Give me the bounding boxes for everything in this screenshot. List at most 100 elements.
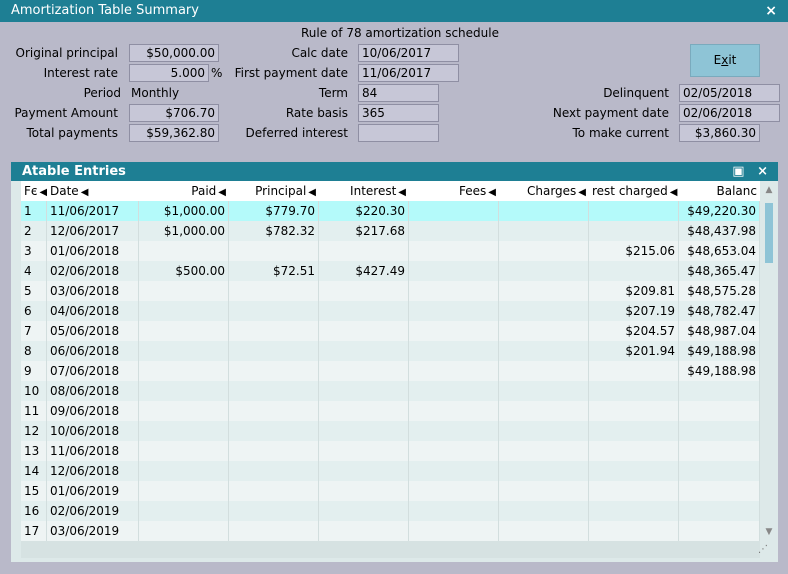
table-row[interactable]: 10 08/06/2018 <box>21 381 760 401</box>
cell-balance <box>679 521 760 541</box>
table-row[interactable]: 16 02/06/2019 <box>21 501 760 521</box>
column-header-date[interactable]: Date ◀ <box>47 181 139 201</box>
cell-date: 09/06/2018 <box>47 401 139 421</box>
sort-arrow-icon[interactable]: ◀ <box>308 187 316 198</box>
table-row[interactable]: 2 12/06/2017 $1,000.00 $782.32 $217.68 $48,43… <box>21 221 760 241</box>
sort-arrow-icon[interactable]: ◀ <box>578 187 586 198</box>
table-row[interactable]: 13 11/06/2018 <box>21 441 760 461</box>
sort-arrow-icon[interactable]: ◀ <box>81 187 89 198</box>
column-header-label: Fees <box>459 184 487 198</box>
cell-principal <box>229 481 319 501</box>
column-header-balance[interactable]: Balanc <box>679 181 760 201</box>
maximize-icon[interactable]: ▣ <box>732 164 744 179</box>
cell-fees <box>409 481 499 501</box>
term-field[interactable]: 84 <box>358 84 439 102</box>
sort-arrow-icon[interactable]: ◀ <box>488 187 496 198</box>
cell-charges <box>499 441 589 461</box>
scroll-down-icon[interactable]: ▼ <box>762 525 776 539</box>
table-row[interactable]: 11 09/06/2018 <box>21 401 760 421</box>
cell-interest <box>319 281 409 301</box>
column-header-principal[interactable]: Principal ◀ <box>229 181 319 201</box>
cell-fees <box>409 241 499 261</box>
column-header-label: Paid <box>191 184 217 198</box>
total-payments-field[interactable]: $59,362.80 <box>129 124 219 142</box>
cell-row-number: 4 <box>21 261 47 281</box>
column-header-charges[interactable]: Charges ◀ <box>499 181 589 201</box>
cell-interest-charged: $204.57 <box>589 321 679 341</box>
table-row[interactable]: 6 04/06/2018 $207.19 $48,782.47 <box>21 301 760 321</box>
sort-arrow-icon[interactable]: ◀ <box>40 187 48 198</box>
resize-grip-icon[interactable]: ⋰ <box>756 544 768 556</box>
first-payment-date-field[interactable]: 11/06/2017 <box>358 64 459 82</box>
cell-paid <box>139 521 229 541</box>
table-row[interactable]: 12 10/06/2018 <box>21 421 760 441</box>
cell-paid <box>139 481 229 501</box>
cell-interest <box>319 501 409 521</box>
cell-row-number: 2 <box>21 221 47 241</box>
cell-fees <box>409 441 499 461</box>
cell-paid <box>139 321 229 341</box>
cell-paid <box>139 341 229 361</box>
exit-button[interactable]: Exit <box>690 44 760 77</box>
table-row[interactable]: 4 02/06/2018 $500.00 $72.51 $427.49 $48,365.4… <box>21 261 760 281</box>
column-header-interest-charged[interactable]: rest charged ◀ <box>589 181 679 201</box>
column-header-paid[interactable]: Paid ◀ <box>139 181 229 201</box>
cell-date: 03/06/2019 <box>47 521 139 541</box>
table-row[interactable]: 1 11/06/2017 $1,000.00 $779.70 $220.30 $49,22… <box>21 201 760 221</box>
entries-panel-title: Atable Entries <box>22 164 126 179</box>
table-row[interactable]: 9 07/06/2018 $49,188.98 <box>21 361 760 381</box>
table-row[interactable]: 8 06/06/2018 $201.94 $49,188.98 <box>21 341 760 361</box>
sort-arrow-icon[interactable]: ◀ <box>218 187 226 198</box>
cell-date: 08/06/2018 <box>47 381 139 401</box>
scroll-up-icon[interactable]: ▲ <box>762 183 776 197</box>
cell-balance: $48,437.98 <box>679 221 760 241</box>
cell-principal <box>229 401 319 421</box>
column-header-row-number[interactable]: Ϝє ◀ <box>21 181 47 201</box>
scroll-thumb[interactable] <box>765 203 773 263</box>
cell-interest-charged <box>589 221 679 241</box>
cell-fees <box>409 201 499 221</box>
cell-row-number: 11 <box>21 401 47 421</box>
interest-rate-label: Interest rate <box>43 66 118 80</box>
cell-row-number: 12 <box>21 421 47 441</box>
cell-charges <box>499 221 589 241</box>
cell-principal <box>229 321 319 341</box>
sort-arrow-icon[interactable]: ◀ <box>398 187 406 198</box>
table-row[interactable]: 14 12/06/2018 <box>21 461 760 481</box>
cell-interest: $220.30 <box>319 201 409 221</box>
cell-paid <box>139 501 229 521</box>
cell-balance <box>679 481 760 501</box>
cell-charges <box>499 521 589 541</box>
table-row[interactable]: 5 03/06/2018 $209.81 $48,575.28 <box>21 281 760 301</box>
payment-amount-field[interactable]: $706.70 <box>129 104 219 122</box>
sort-arrow-icon[interactable]: ◀ <box>670 187 678 198</box>
vertical-scrollbar[interactable]: ▲ ▼ <box>762 181 776 541</box>
column-header-interest[interactable]: Interest ◀ <box>319 181 409 201</box>
cell-interest <box>319 521 409 541</box>
cell-balance: $49,188.98 <box>679 341 760 361</box>
table-row[interactable]: 3 01/06/2018 $215.06 $48,653.04 <box>21 241 760 261</box>
cell-balance: $48,575.28 <box>679 281 760 301</box>
cell-charges <box>499 241 589 261</box>
horizontal-scrollbar[interactable] <box>21 541 760 558</box>
cell-balance: $48,987.04 <box>679 321 760 341</box>
original-principal-field[interactable]: $50,000.00 <box>129 44 219 62</box>
table-row[interactable]: 7 05/06/2018 $204.57 $48,987.04 <box>21 321 760 341</box>
close-icon[interactable]: × <box>765 0 777 22</box>
rate-basis-field[interactable]: 365 <box>358 104 439 122</box>
deferred-interest-field[interactable] <box>358 124 439 142</box>
cell-balance <box>679 381 760 401</box>
panel-close-icon[interactable]: × <box>757 164 768 179</box>
to-make-current-field[interactable]: $3,860.30 <box>679 124 760 142</box>
delinquent-field[interactable]: 02/05/2018 <box>679 84 780 102</box>
cell-interest-charged: $209.81 <box>589 281 679 301</box>
column-header-fees[interactable]: Fees ◀ <box>409 181 499 201</box>
calc-date-field[interactable]: 10/06/2017 <box>358 44 459 62</box>
cell-row-number: 15 <box>21 481 47 501</box>
next-payment-date-field[interactable]: 02/06/2018 <box>679 104 780 122</box>
cell-row-number: 10 <box>21 381 47 401</box>
table-row[interactable]: 15 01/06/2019 <box>21 481 760 501</box>
table-row[interactable]: 17 03/06/2019 <box>21 521 760 541</box>
cell-principal <box>229 421 319 441</box>
interest-rate-field[interactable]: 5.000 <box>129 64 209 82</box>
